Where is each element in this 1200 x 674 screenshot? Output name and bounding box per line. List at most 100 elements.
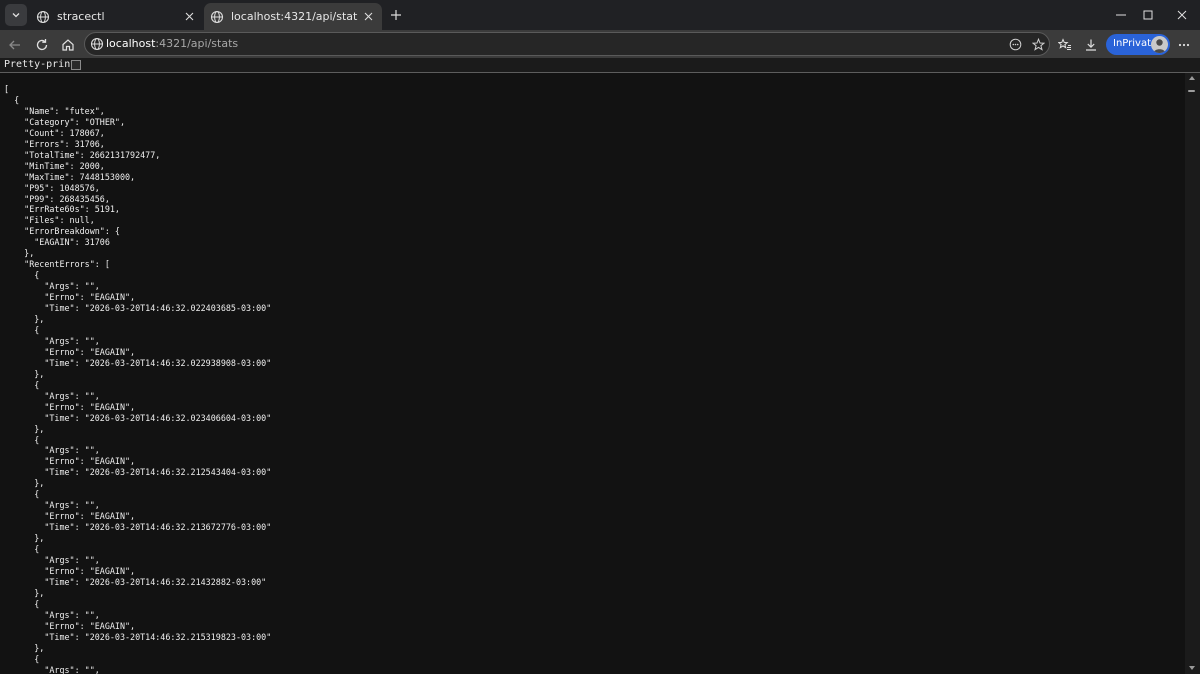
refresh-icon [36,39,48,51]
json-line: "Errno": "EAGAIN", [4,565,136,576]
json-line: "ErrRate60s": 5191, [4,204,120,215]
json-line: "Time": "2026-03-20T14:46:32.21432882-03… [4,576,267,587]
json-line: "Args": "", [4,335,100,346]
chevron-down-icon [12,13,20,18]
json-line: "MinTime": 2000, [4,160,105,171]
json-line: }, [4,368,45,379]
json-line: "Errno": "EAGAIN", [4,292,136,303]
json-line: { [4,324,40,335]
json-line: "Args": "", [4,664,100,674]
json-line: "TotalTime": 2662131792477, [4,149,161,160]
json-line: "EAGAIN": 31706 [4,237,110,248]
json-viewer: [ { "Name": "futex", "Category": "OTHER"… [0,73,1185,674]
json-line: "Time": "2026-03-20T14:46:32.213672776-0… [4,522,272,533]
scrollbar-thumb[interactable] [1188,90,1195,92]
json-line: "Args": "", [4,445,100,456]
json-line: "Args": "", [4,390,100,401]
download-icon [1086,39,1096,51]
json-line: "MaxTime": 7448153000, [4,171,136,182]
json-line: "Time": "2026-03-20T14:46:32.022938908-0… [4,357,272,368]
json-line: }, [4,533,45,544]
home-button[interactable] [56,33,80,57]
url-host: localhost [106,37,156,50]
json-line: }, [4,642,45,653]
url-path: :4321/api/stats [155,37,239,50]
json-line: { [4,270,40,281]
favorites-icon [1058,38,1071,50]
back-button[interactable] [3,33,27,57]
json-line: "Category": "OTHER", [4,116,126,127]
minimize-icon [1116,14,1126,16]
pretty-print-label: Pretty-print [4,59,77,70]
json-line: "Errno": "EAGAIN", [4,511,136,522]
refresh-button[interactable] [30,33,54,57]
json-line: "Errno": "EAGAIN", [4,401,136,412]
json-line: { [4,379,40,390]
close-icon[interactable] [179,7,199,27]
close-icon[interactable] [358,7,378,27]
json-line: "Count": 178067, [4,127,105,138]
downloads-button[interactable] [1079,33,1103,57]
tab-stracectl[interactable]: stracectl [30,3,203,30]
json-line: "P95": 1048576, [4,182,100,193]
window-close-icon [1177,10,1187,20]
globe-icon [36,10,50,23]
pretty-print-checkbox[interactable] [71,60,81,70]
json-line: "Errors": 31706, [4,138,105,149]
json-line: }, [4,248,35,259]
window-close-button[interactable] [1164,0,1200,30]
favorites-button[interactable] [1053,33,1077,57]
navigation-toolbar: localhost:4321/api/stats InPrivate [0,30,1200,58]
tab-actions-menu-button[interactable] [5,4,27,26]
json-line: "Files": null, [4,215,95,226]
avatar [1151,36,1168,53]
json-line: "Time": "2026-03-20T14:46:32.212543404-0… [4,467,272,478]
json-line: }, [4,314,45,325]
read-aloud-button[interactable] [1007,36,1023,52]
json-line: "Args": "", [4,281,100,292]
page-content: [ { "Name": "futex", "Category": "OTHER"… [0,73,1185,674]
tab-title: stracectl [57,10,105,23]
favorite-button[interactable] [1030,36,1046,52]
read-aloud-icon [1009,38,1021,50]
tab-title: localhost:4321/api/stats [231,10,358,23]
json-line: { [4,598,40,609]
json-line: [ [4,84,10,94]
info-icon[interactable] [90,37,104,51]
json-line: "Args": "", [4,554,100,565]
json-line: "Args": "", [4,609,100,620]
back-arrow-icon [9,40,20,50]
address-url[interactable]: localhost:4321/api/stats [106,37,238,50]
star-icon [1031,37,1045,51]
json-line: "Args": "", [4,500,100,511]
tab-api-stats[interactable]: localhost:4321/api/stats [204,3,382,30]
json-line: }, [4,478,45,489]
json-line: "Errno": "EAGAIN", [4,456,136,467]
json-line: { [4,434,40,445]
json-line: { [4,94,20,105]
json-line: }, [4,587,45,598]
more-icon [1178,43,1190,47]
json-line: "Time": "2026-03-20T14:46:32.023406604-0… [4,412,272,423]
pretty-print-bar: Pretty-print [0,58,1200,73]
json-line: "Time": "2026-03-20T14:46:32.022403685-0… [4,303,272,314]
json-line: "Errno": "EAGAIN", [4,620,136,631]
maximize-icon [1143,10,1153,20]
scroll-down-arrow-icon[interactable] [1189,666,1195,670]
scroll-up-arrow-icon[interactable] [1189,76,1195,80]
inprivate-button[interactable]: InPrivate [1106,34,1170,55]
json-line: "RecentErrors": [ [4,259,110,270]
json-line: "ErrorBreakdown": { [4,226,120,237]
maximize-button[interactable] [1130,0,1166,30]
new-tab-button[interactable] [386,5,406,25]
settings-menu-button[interactable] [1172,33,1196,57]
json-line: "P99": 268435456, [4,193,110,204]
home-icon [62,39,74,51]
json-line: "Errno": "EAGAIN", [4,346,136,357]
vertical-scrollbar[interactable] [1185,73,1200,674]
json-line: { [4,653,40,664]
address-bar[interactable]: localhost:4321/api/stats [84,32,1050,56]
json-line: }, [4,423,45,434]
json-line: "Name": "futex", [4,105,105,116]
json-line: { [4,544,40,555]
